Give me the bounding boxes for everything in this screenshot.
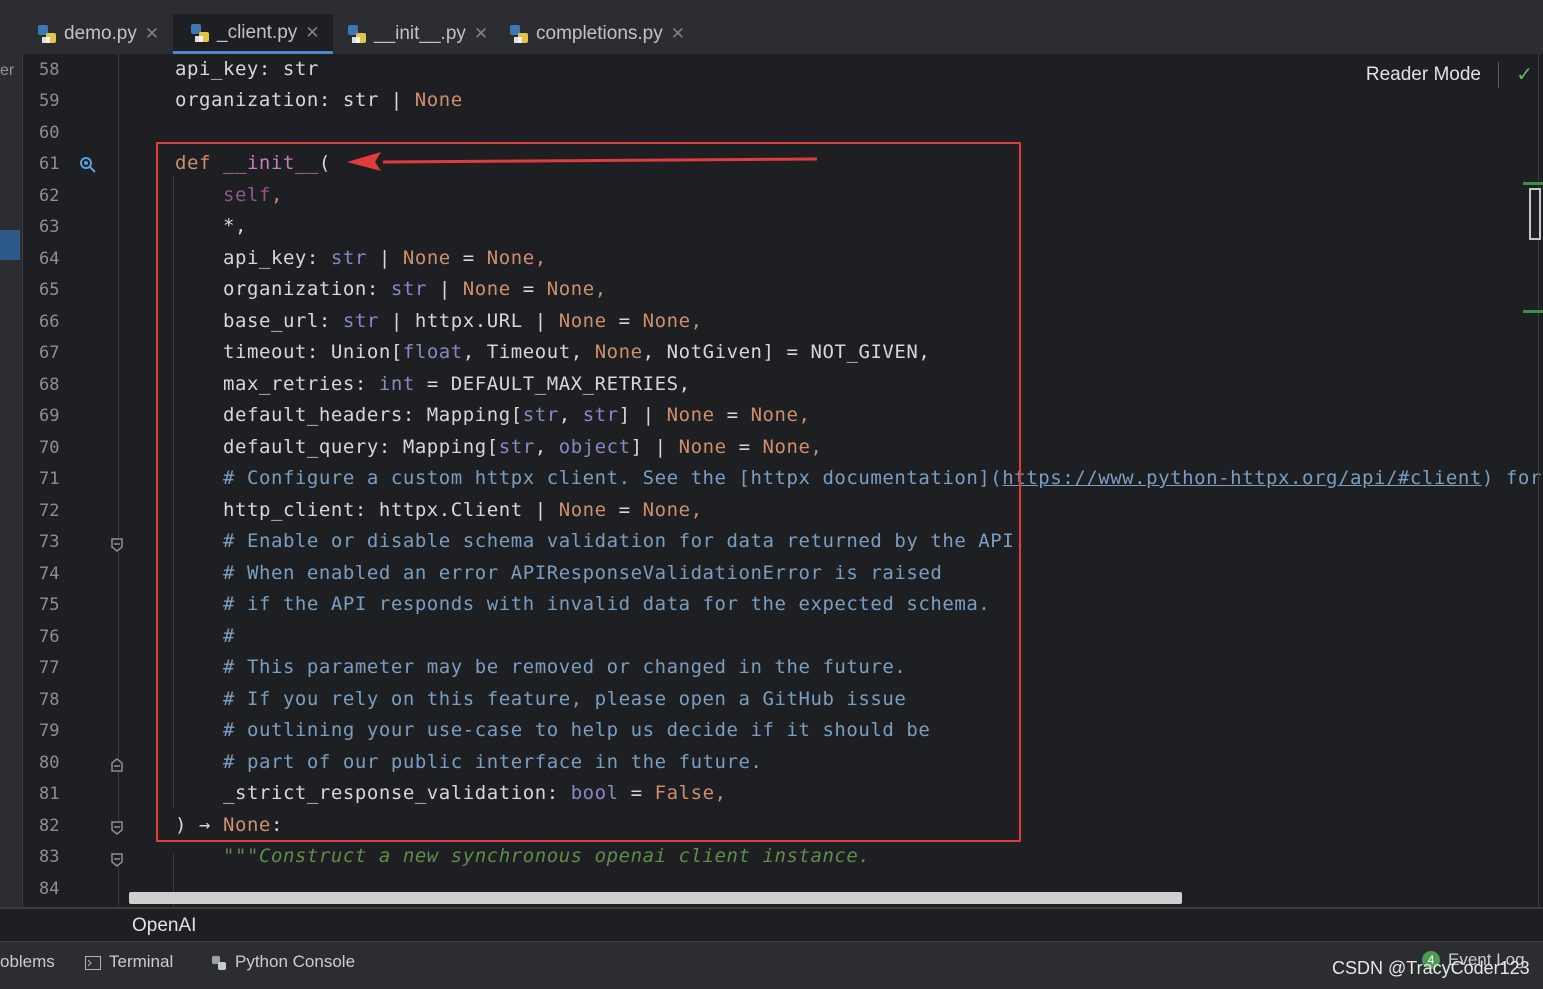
breadcrumb-item-openai[interactable]: OpenAI	[132, 915, 196, 937]
code-editor[interactable]: 58 59 60 61 62 63 64 65 66 67 68 69 70 7…	[23, 54, 1543, 907]
change-marker[interactable]	[1523, 310, 1543, 313]
line-number: 70	[39, 438, 60, 458]
line-number: 74	[39, 564, 60, 584]
python-file-icon	[189, 22, 211, 44]
terminal-tool-button[interactable]: Terminal	[85, 952, 173, 972]
horizontal-scrollbar-thumb[interactable]	[129, 892, 1182, 904]
reader-mode-toggle[interactable]: Reader Mode	[1366, 64, 1481, 86]
editor-tab-bar: demo.py ✕ _client.py ✕ __init__.py ✕ com…	[0, 14, 1543, 55]
fold-guide-line	[118, 772, 119, 821]
left-rail-selection[interactable]	[0, 230, 20, 260]
line-number: 71	[39, 469, 60, 489]
close-icon[interactable]: ✕	[145, 24, 159, 44]
code-line-59: organization: str | None	[175, 89, 463, 111]
fold-end-icon[interactable]	[111, 758, 123, 772]
line-number: 77	[39, 658, 60, 678]
line-number: 82	[39, 816, 60, 836]
httpx-docs-link[interactable]: https://www.python-httpx.org/api/#client	[1002, 467, 1482, 489]
line-number: 83	[39, 847, 60, 867]
line-number: 62	[39, 186, 60, 206]
python-console-icon	[211, 955, 227, 970]
line-number: 60	[39, 123, 60, 143]
line-number: 73	[39, 532, 60, 552]
inspection-ok-icon[interactable]: ✓	[1516, 62, 1533, 87]
close-icon[interactable]: ✕	[671, 24, 685, 44]
close-icon[interactable]: ✕	[305, 23, 319, 43]
line-number: 68	[39, 375, 60, 395]
line-number: 80	[39, 753, 60, 773]
python-file-icon	[346, 23, 368, 45]
python-console-tool-button[interactable]: Python Console	[211, 952, 355, 972]
left-rail-label: er	[0, 62, 15, 79]
line-number: 65	[39, 280, 60, 300]
tab-label: _client.py	[217, 21, 298, 43]
status-bar	[0, 981, 1543, 989]
line-number: 72	[39, 501, 60, 521]
line-number: 67	[39, 343, 60, 363]
tab-client-py[interactable]: _client.py ✕	[173, 14, 333, 54]
fold-guide-line	[118, 54, 119, 538]
watermark-text: CSDN @TracyCoder123	[1332, 958, 1530, 978]
python-console-label: Python Console	[235, 952, 356, 971]
comment-text: ) for	[1481, 467, 1542, 489]
line-number: 76	[39, 627, 60, 647]
title-strip	[0, 0, 1543, 15]
line-number: 84	[39, 879, 60, 899]
fold-start-icon[interactable]	[111, 821, 123, 835]
terminal-label: Terminal	[109, 952, 174, 971]
problems-tool-button[interactable]: oblems	[0, 952, 55, 972]
problems-label: oblems	[0, 952, 55, 971]
code-text: organization: str |	[175, 89, 415, 111]
line-number: 78	[39, 690, 60, 710]
override-marker-icon[interactable]	[79, 156, 97, 179]
python-file-icon	[508, 23, 530, 45]
line-number: 75	[39, 595, 60, 615]
docstring-text: """Construct a new synchronous openai cl…	[223, 845, 871, 867]
annotation-highlight-box	[156, 142, 1021, 842]
tab-label: demo.py	[64, 23, 137, 44]
code-line-58: api_key: str	[175, 58, 319, 80]
line-number: 58	[39, 60, 60, 80]
terminal-icon	[85, 955, 101, 970]
fold-start-icon[interactable]	[111, 538, 123, 552]
tab-label: completions.py	[536, 23, 663, 44]
line-number: 69	[39, 406, 60, 426]
python-file-icon	[36, 23, 58, 45]
tab-label: __init__.py	[374, 23, 466, 44]
toolbar-separator	[1498, 62, 1499, 88]
tab-init-py[interactable]: __init__.py ✕	[346, 14, 488, 54]
vertical-scrollbar-thumb[interactable]	[1529, 188, 1541, 240]
line-number: 79	[39, 721, 60, 741]
annotation-arrow-icon	[347, 152, 818, 171]
tab-completions-py[interactable]: completions.py ✕	[508, 14, 685, 54]
line-number: 66	[39, 312, 60, 332]
code-text: api_key: str	[175, 58, 319, 80]
fold-start-icon[interactable]	[111, 853, 123, 867]
tab-demo-py[interactable]: demo.py ✕	[36, 14, 159, 54]
line-number: 64	[39, 249, 60, 269]
change-marker[interactable]	[1523, 182, 1543, 185]
line-number: 59	[39, 91, 60, 111]
tool-window-bar: oblems Terminal Python Console	[0, 941, 1543, 982]
code-line-83: """Construct a new synchronous openai cl…	[223, 845, 870, 867]
line-number: 81	[39, 784, 60, 804]
line-number: 63	[39, 217, 60, 237]
left-tool-rail: er	[0, 54, 23, 907]
fold-guide-line	[118, 552, 119, 758]
breadcrumb: OpenAI	[0, 907, 1543, 941]
close-icon[interactable]: ✕	[474, 24, 488, 44]
fold-guide-line	[118, 867, 119, 907]
none-keyword: None	[414, 89, 463, 111]
